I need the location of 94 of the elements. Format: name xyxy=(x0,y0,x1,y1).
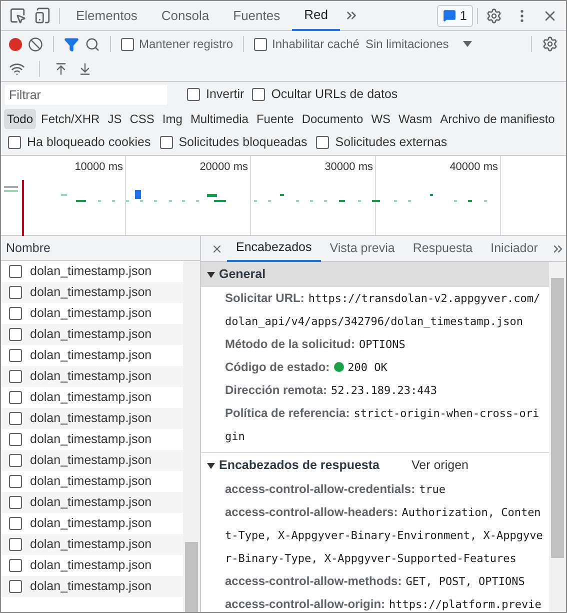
filter-field[interactable]: Filtrar xyxy=(5,84,167,104)
checkbox[interactable] xyxy=(254,38,268,50)
checkbox[interactable] xyxy=(9,433,22,446)
header-row-text: Método de la solicitud: OPTIONS xyxy=(225,336,406,353)
checkbox-label: Solicitudes externas xyxy=(335,134,448,151)
checkbox[interactable] xyxy=(9,412,22,425)
checkbox-label: Ocultar URLs de datos xyxy=(271,86,398,104)
throttling-dropdown[interactable]: Sin limitaciones xyxy=(365,35,472,53)
checkbox[interactable] xyxy=(9,559,22,572)
settings-icon[interactable] xyxy=(486,8,502,24)
checkbox-label: Solicitudes bloqueadas xyxy=(178,134,308,151)
expanded-triangle-icon[interactable] xyxy=(207,270,215,278)
close-icon[interactable] xyxy=(211,242,223,254)
request-name[interactable]: dolan_timestamp.json xyxy=(30,388,152,407)
header-row-text: access-control-allow-origin: https://platform.previe xyxy=(225,596,542,612)
timeline-tick-label: 10000 ms xyxy=(74,160,123,175)
checkbox[interactable] xyxy=(252,88,266,101)
checkbox[interactable] xyxy=(9,454,22,467)
type-filter-chip[interactable]: Wasm xyxy=(396,109,436,129)
clear-icon[interactable] xyxy=(28,36,43,52)
timeline-tick-label: 30000 ms xyxy=(324,160,373,175)
timeline-tick-label: 20000 ms xyxy=(200,160,248,175)
header-row-text: access-control-allow-methods: GET, POST, OPTIONS xyxy=(225,573,526,590)
type-filter-chip[interactable]: Fetch/XHR xyxy=(38,109,103,129)
filter-icon[interactable] xyxy=(64,36,79,52)
dropdown-arrow-icon xyxy=(462,41,472,47)
checkbox[interactable] xyxy=(9,517,22,530)
header-row-text: Dirección remota: 52.23.189.23:443 xyxy=(225,382,438,399)
section-title[interactable]: Encabezados de respuesta xyxy=(219,456,380,475)
request-name[interactable]: dolan_timestamp.json xyxy=(30,346,152,365)
inspect-icon[interactable] xyxy=(9,7,26,24)
timeline-overview[interactable]: 10000 ms 20000 ms 30000 ms 40000 ms xyxy=(1,156,566,236)
network-conditions-icon[interactable] xyxy=(9,61,25,77)
request-name[interactable]: dolan_timestamp.json xyxy=(30,472,152,491)
checkbox[interactable] xyxy=(160,136,173,148)
request-name[interactable]: dolan_timestamp.json xyxy=(30,556,152,575)
checkbox[interactable] xyxy=(8,136,21,148)
checkbox[interactable] xyxy=(121,38,134,50)
upload-icon[interactable] xyxy=(54,62,68,76)
issues-button[interactable]: 1 xyxy=(436,4,473,26)
scrollbar[interactable] xyxy=(183,261,200,612)
request-name[interactable]: dolan_timestamp.json xyxy=(30,304,152,323)
checkbox[interactable] xyxy=(9,496,22,509)
checkbox[interactable] xyxy=(9,307,22,320)
type-filter-chip[interactable]: Multimedia xyxy=(187,109,252,129)
header-row-text: Solicitar URL: https://transdolan-v2.appgyver.com/dolan_api/v4/apps/342796/dolan_timestamp.json xyxy=(225,290,542,330)
checkbox[interactable] xyxy=(316,136,330,148)
type-filter-chip[interactable]: Archivo de manifiesto xyxy=(437,109,558,129)
panel-tab[interactable]: Elementos xyxy=(64,1,150,30)
section-title[interactable]: General xyxy=(219,265,266,284)
request-name[interactable]: dolan_timestamp.json xyxy=(30,430,152,449)
download-icon[interactable] xyxy=(78,62,92,76)
type-filter-chip[interactable]: JS xyxy=(104,109,125,129)
checkbox[interactable] xyxy=(9,475,22,488)
type-filter-chip[interactable]: Fuente xyxy=(253,109,297,129)
detail-tab[interactable]: Respuesta xyxy=(404,236,482,262)
search-icon[interactable] xyxy=(85,36,100,52)
panel-tab[interactable]: Fuentes xyxy=(221,1,292,30)
view-source-link[interactable]: Ver origen xyxy=(411,456,468,475)
record-icon[interactable] xyxy=(9,38,22,50)
checkbox[interactable] xyxy=(9,328,22,341)
type-filter-chip[interactable]: CSS xyxy=(126,109,158,129)
header-row-text: access-control-allow-credentials: true xyxy=(225,481,447,498)
checkbox-label: Mantener registro xyxy=(139,36,234,53)
checkbox[interactable] xyxy=(9,370,22,383)
scrollbar[interactable] xyxy=(549,262,566,612)
checkbox-label: Invertir xyxy=(206,86,244,104)
column-header[interactable]: Nombre xyxy=(1,236,200,261)
request-name[interactable]: dolan_timestamp.json xyxy=(30,514,152,533)
settings-icon[interactable] xyxy=(542,36,558,52)
detail-tab[interactable]: Vista previa xyxy=(320,236,404,262)
message-icon xyxy=(442,9,456,22)
checkbox-label: Inhabilitar caché xyxy=(272,36,360,53)
detail-tab[interactable]: Iniciador xyxy=(482,236,547,262)
header-row-text: Código de estado: 200 OK xyxy=(225,359,388,376)
checkbox[interactable] xyxy=(9,286,22,299)
type-filter-chip[interactable]: Documento xyxy=(298,109,366,129)
expanded-triangle-icon[interactable] xyxy=(207,462,215,470)
header-row-text: Política de referencia: strict-origin-when-cross-origin xyxy=(225,405,540,445)
checkbox[interactable] xyxy=(9,265,22,278)
checkbox[interactable] xyxy=(9,349,22,362)
type-filter-chip[interactable]: Todo xyxy=(4,109,36,129)
request-name[interactable]: dolan_timestamp.json xyxy=(30,262,152,281)
panel-tab[interactable]: Consola xyxy=(149,1,222,30)
checkbox[interactable] xyxy=(9,391,22,404)
checkbox-label: Ha bloqueado cookies xyxy=(27,134,151,151)
timeline-tick-label: 40000 ms xyxy=(450,160,498,175)
checkbox[interactable] xyxy=(9,538,22,551)
checkbox[interactable] xyxy=(187,88,200,101)
checkbox[interactable] xyxy=(9,580,22,593)
type-filter-chip[interactable]: WS xyxy=(368,109,394,129)
type-filter-chip[interactable]: Img xyxy=(159,109,186,129)
device-toolbar-icon[interactable] xyxy=(34,7,51,24)
header-row-text: access-control-allow-headers: Authorization, Content-Type, X-Appgyver-Binary-Environment, X-Appgyver-Binary-Type, X-Appgyver-Supported-Features xyxy=(225,504,544,567)
